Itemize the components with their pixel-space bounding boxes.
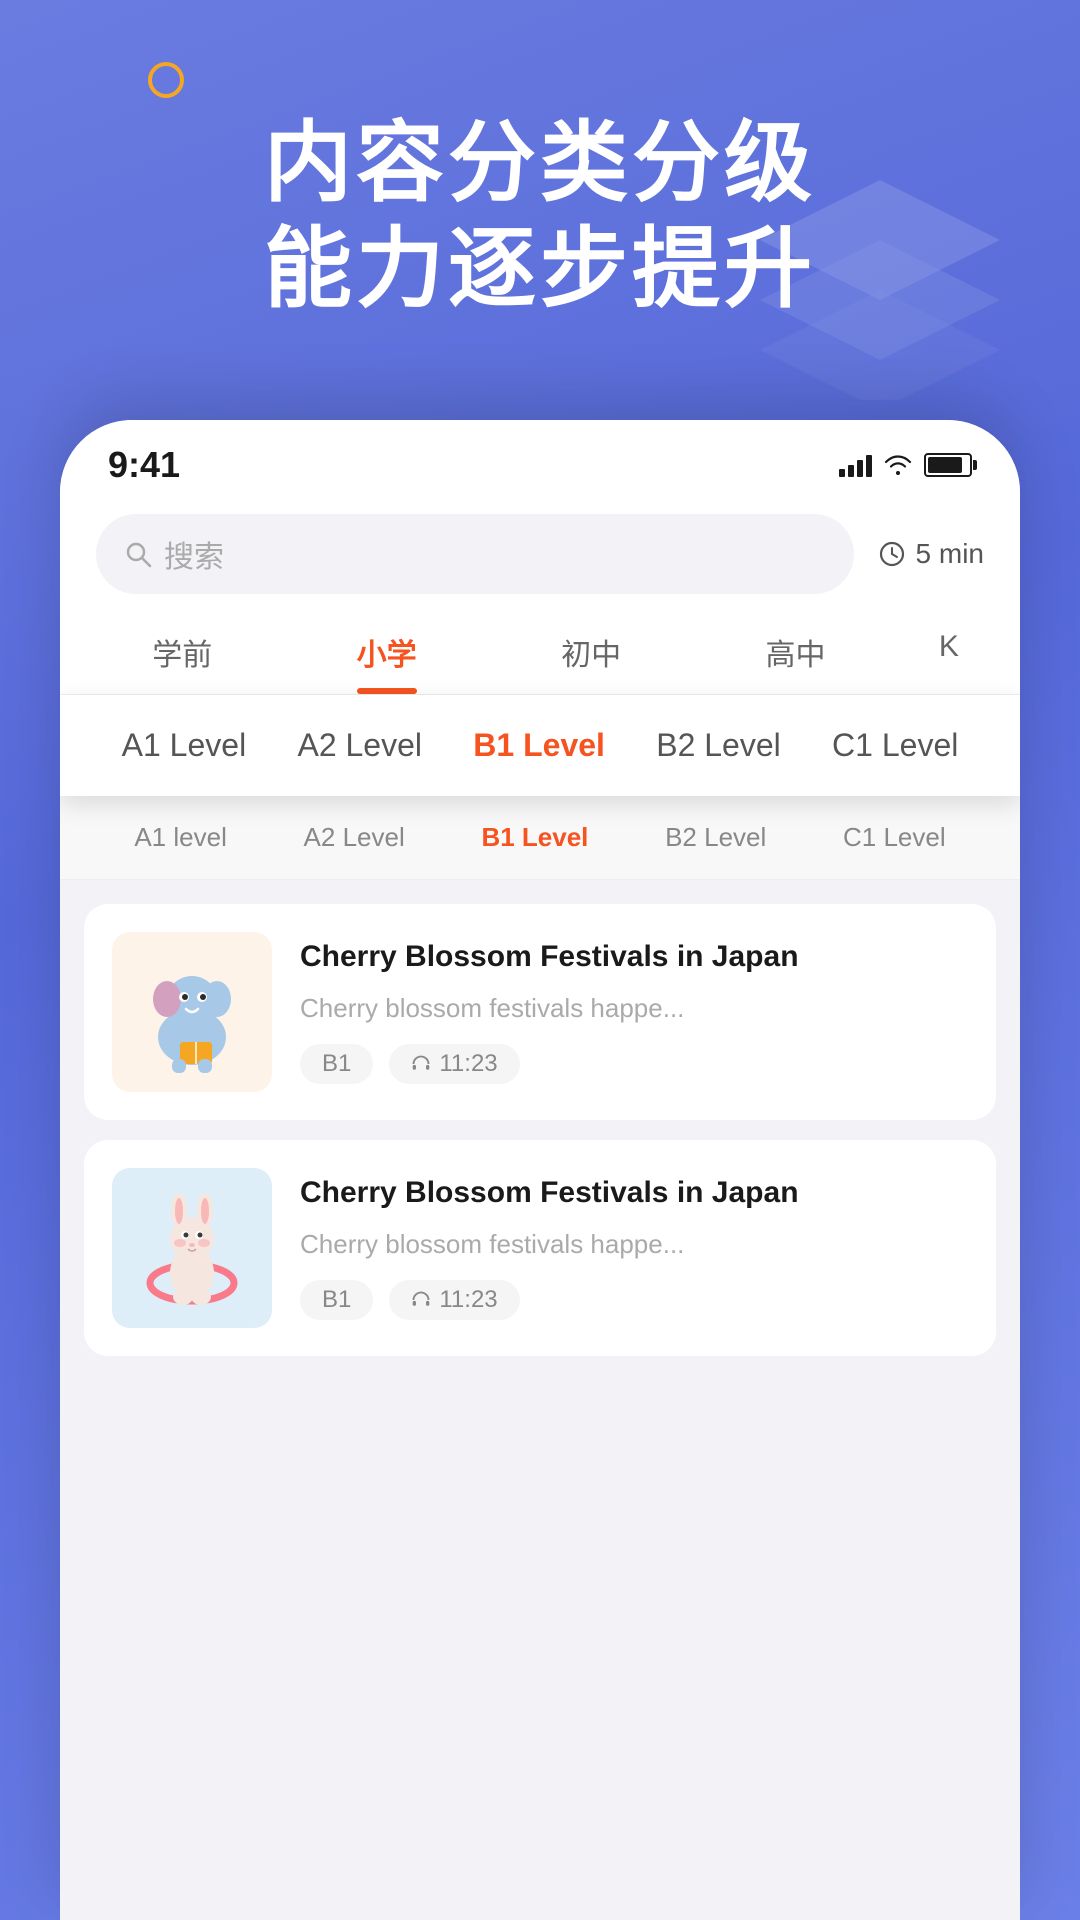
level-b1[interactable]: B1 Level (457, 719, 621, 772)
phone-mockup: 9:41 搜索 (60, 420, 1020, 1920)
category-tabs: 学前 小学 初中 高中 K (60, 594, 1020, 695)
sub-level-tabs: A1 level A2 Level B1 Level B2 Level C1 L… (60, 796, 1020, 880)
card-2-level-tag: B1 (300, 1280, 373, 1320)
content-card-1[interactable]: Cherry Blossom Festivals in Japan Cherry… (84, 904, 996, 1120)
search-placeholder: 搜索 (164, 532, 224, 576)
card-1-title: Cherry Blossom Festivals in Japan (300, 936, 968, 978)
clock-icon (878, 540, 906, 568)
card-1-tags: B1 11:23 (300, 1044, 968, 1084)
level-a1[interactable]: A1 Level (106, 719, 263, 772)
card-2-title: Cherry Blossom Festivals in Japan (300, 1172, 968, 1214)
hero-title-line2: 能力逐步提升 (0, 216, 1080, 322)
card-2-tags: B1 11:23 (300, 1280, 968, 1320)
time-filter-label: 5 min (916, 538, 984, 570)
tab-more[interactable]: K (898, 614, 1000, 694)
search-bar[interactable]: 搜索 (96, 514, 854, 594)
card-2-image (112, 1168, 272, 1328)
card-1-content: Cherry Blossom Festivals in Japan Cherry… (300, 932, 968, 1084)
card-1-duration-tag: 11:23 (389, 1044, 519, 1084)
tab-high[interactable]: 高中 (693, 614, 897, 694)
card-1-image (112, 932, 272, 1092)
headphone-icon-2 (411, 1290, 431, 1310)
level-filter-bar: A1 Level A2 Level B1 Level B2 Level C1 L… (60, 695, 1020, 796)
level-c1[interactable]: C1 Level (816, 719, 974, 772)
level-a2[interactable]: A2 Level (281, 719, 438, 772)
card-2-description: Cherry blossom festivals happe... (300, 1226, 968, 1262)
headphone-icon (411, 1054, 431, 1074)
status-time: 9:41 (108, 444, 180, 486)
sub-tab-b2[interactable]: B2 Level (665, 814, 766, 861)
sub-tab-c1[interactable]: C1 Level (843, 814, 946, 861)
card-2-duration-tag: 11:23 (389, 1280, 519, 1320)
level-b2[interactable]: B2 Level (640, 719, 797, 772)
tab-elementary[interactable]: 小学 (284, 614, 488, 694)
card-1-level-tag: B1 (300, 1044, 373, 1084)
time-filter[interactable]: 5 min (878, 538, 984, 570)
search-area: 搜索 5 min (60, 498, 1020, 594)
sub-tab-a1[interactable]: A1 level (134, 814, 227, 861)
content-list: Cherry Blossom Festivals in Japan Cherry… (60, 880, 1020, 1380)
status-bar: 9:41 (60, 420, 1020, 498)
battery-fill (928, 457, 962, 473)
card-2-content: Cherry Blossom Festivals in Japan Cherry… (300, 1168, 968, 1320)
signal-bar-2 (848, 465, 854, 477)
battery-icon (924, 453, 972, 477)
signal-bar-3 (857, 460, 863, 477)
hero-section: 内容分类分级 能力逐步提升 (0, 110, 1080, 321)
card-1-description: Cherry blossom festivals happe... (300, 990, 968, 1026)
status-icons (839, 453, 972, 477)
search-icon (124, 540, 152, 568)
sub-tab-b1[interactable]: B1 Level (481, 814, 588, 861)
orange-dot-icon (148, 62, 184, 98)
wifi-icon (884, 455, 912, 475)
sub-tab-a2[interactable]: A2 Level (304, 814, 405, 861)
signal-icon (839, 453, 872, 477)
content-card-2[interactable]: Cherry Blossom Festivals in Japan Cherry… (84, 1140, 996, 1356)
bunny-character-icon (137, 1183, 247, 1313)
signal-bar-1 (839, 469, 845, 477)
signal-bar-4 (866, 455, 872, 477)
tab-middle[interactable]: 初中 (489, 614, 693, 694)
tab-preschool[interactable]: 学前 (80, 614, 284, 694)
hero-title-line1: 内容分类分级 (0, 110, 1080, 216)
elephant-character-icon (132, 947, 252, 1077)
